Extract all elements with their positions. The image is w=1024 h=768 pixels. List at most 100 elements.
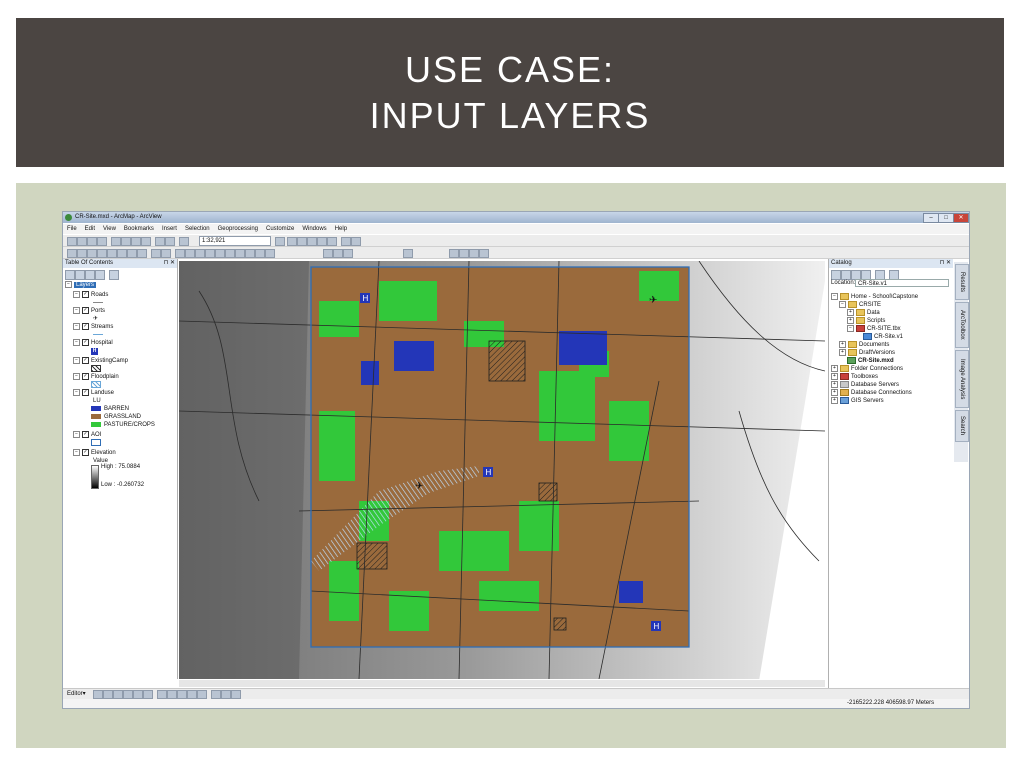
map-horizontal-scrollbar[interactable] bbox=[179, 680, 825, 687]
reshape-icon[interactable] bbox=[167, 690, 177, 699]
catalog-window-icon[interactable] bbox=[297, 237, 307, 246]
existingcamp-visibility-checkbox[interactable]: ✓ bbox=[82, 357, 89, 364]
select-elements-icon[interactable] bbox=[175, 249, 185, 258]
editor-toolbar-icon[interactable] bbox=[275, 237, 285, 246]
layers-root-label[interactable]: Layers bbox=[74, 282, 97, 289]
location-combobox[interactable]: CR-Site.v1 bbox=[855, 279, 949, 287]
catalog-crsite-folder[interactable]: − CRSITE bbox=[839, 301, 881, 309]
new-document-icon[interactable] bbox=[67, 237, 77, 246]
map-scale-input[interactable]: 1:32,921 bbox=[199, 236, 271, 246]
undo-icon[interactable] bbox=[155, 237, 165, 246]
list-by-source-icon[interactable] bbox=[75, 270, 85, 280]
save-icon[interactable] bbox=[87, 237, 97, 246]
catalog-documents-folder[interactable]: + Documents bbox=[839, 341, 889, 349]
toc-layer-landuse[interactable]: − ✓ Landuse bbox=[73, 389, 114, 397]
menu-edit[interactable]: Edit bbox=[85, 226, 95, 232]
measure-icon[interactable] bbox=[215, 249, 225, 258]
arctoolbox-tab[interactable]: ArcToolbox bbox=[955, 302, 969, 348]
edit-tool-icon[interactable] bbox=[93, 690, 103, 699]
sketch-properties-icon[interactable] bbox=[221, 690, 231, 699]
model-builder-icon[interactable] bbox=[341, 237, 351, 246]
toc-window-icon[interactable] bbox=[287, 237, 297, 246]
redo-icon[interactable] bbox=[165, 237, 175, 246]
elevation-visibility-checkbox[interactable]: ✓ bbox=[82, 449, 89, 456]
toc-root[interactable]: − Layers bbox=[65, 281, 97, 289]
toc-layer-floodplain[interactable]: − ✓ Floodplain bbox=[73, 373, 119, 381]
roads-visibility-checkbox[interactable]: ✓ bbox=[82, 291, 89, 298]
forward-extent-icon[interactable] bbox=[137, 249, 147, 258]
minimize-button[interactable]: – bbox=[923, 213, 939, 223]
list-by-drawing-order-icon[interactable] bbox=[65, 270, 75, 280]
layer-dropdown-icon[interactable] bbox=[403, 249, 413, 258]
floodplain-visibility-checkbox[interactable]: ✓ bbox=[82, 373, 89, 380]
cut-icon[interactable] bbox=[111, 237, 121, 246]
ports-visibility-checkbox[interactable]: ✓ bbox=[82, 307, 89, 314]
catalog-folder-connections[interactable]: + Folder Connections bbox=[831, 365, 903, 373]
paste-icon[interactable] bbox=[131, 237, 141, 246]
scale-icon[interactable] bbox=[469, 249, 479, 258]
edit-vertices-icon[interactable] bbox=[157, 690, 167, 699]
image-analysis-tab[interactable]: Image Analysis bbox=[955, 350, 969, 408]
go-to-xy-icon[interactable] bbox=[245, 249, 255, 258]
menu-selection[interactable]: Selection bbox=[185, 226, 210, 232]
toc-layer-existingcamp[interactable]: − ✓ ExistingCamp bbox=[73, 357, 128, 365]
toc-options-icon[interactable] bbox=[109, 270, 119, 280]
open-icon[interactable] bbox=[77, 237, 87, 246]
split-icon[interactable] bbox=[187, 690, 197, 699]
menu-bookmarks[interactable]: Bookmarks bbox=[124, 226, 154, 232]
identify-icon[interactable] bbox=[185, 249, 195, 258]
python-window-icon[interactable] bbox=[327, 237, 337, 246]
rotate-edit-icon[interactable] bbox=[197, 690, 207, 699]
map-drawing[interactable]: H H H ✈ ✈ bbox=[179, 261, 825, 679]
find-route-icon[interactable] bbox=[235, 249, 245, 258]
html-popup-icon[interactable] bbox=[205, 249, 215, 258]
clear-selection-icon[interactable] bbox=[161, 249, 171, 258]
find-icon[interactable] bbox=[225, 249, 235, 258]
catalog-scripts-folder[interactable]: + Scripts bbox=[847, 317, 885, 325]
print-icon[interactable] bbox=[97, 237, 107, 246]
straight-segment-icon[interactable] bbox=[113, 690, 123, 699]
cut-polygons-icon[interactable] bbox=[177, 690, 187, 699]
hyperlink-icon[interactable] bbox=[195, 249, 205, 258]
zoom-out-icon[interactable] bbox=[77, 249, 87, 258]
toc-close-icon[interactable]: ⊓ ✕ bbox=[164, 259, 175, 268]
list-by-selection-icon[interactable] bbox=[95, 270, 105, 280]
point-icon[interactable] bbox=[143, 690, 153, 699]
fixed-zoom-in-icon[interactable] bbox=[107, 249, 117, 258]
maximize-button[interactable]: □ bbox=[938, 213, 954, 223]
edit-annotation-icon[interactable] bbox=[103, 690, 113, 699]
select-features-icon[interactable] bbox=[151, 249, 161, 258]
hospital-visibility-checkbox[interactable]: ✓ bbox=[82, 339, 89, 346]
catalog-draftversions-folder[interactable]: + DraftVersions bbox=[839, 349, 895, 357]
whats-this-icon[interactable] bbox=[351, 237, 361, 246]
end-point-arc-icon[interactable] bbox=[123, 690, 133, 699]
catalog-close-icon[interactable]: ⊓ ✕ bbox=[940, 259, 951, 268]
time-slider-icon[interactable] bbox=[255, 249, 265, 258]
map-canvas[interactable]: H H H ✈ ✈ bbox=[179, 261, 825, 679]
trace-icon[interactable] bbox=[133, 690, 143, 699]
flicker-icon[interactable] bbox=[343, 249, 353, 258]
menu-view[interactable]: View bbox=[103, 226, 116, 232]
menu-help[interactable]: Help bbox=[335, 226, 347, 232]
catalog-database-servers[interactable]: + Database Servers bbox=[831, 381, 899, 389]
streams-visibility-checkbox[interactable]: ✓ bbox=[82, 323, 89, 330]
results-tab[interactable]: Results bbox=[955, 264, 969, 300]
toc-layer-roads[interactable]: − ✓ Roads bbox=[73, 291, 108, 299]
catalog-toolbox[interactable]: − CR-SITE.tbx bbox=[847, 325, 901, 333]
toc-layer-elevation[interactable]: − ✓ Elevation bbox=[73, 449, 116, 457]
create-viewer-icon[interactable] bbox=[265, 249, 275, 258]
catalog-home-folder[interactable]: − Home - School\Capstone bbox=[831, 293, 918, 301]
arctoolbox-icon[interactable] bbox=[317, 237, 327, 246]
rotate-icon[interactable] bbox=[459, 249, 469, 258]
copy-icon[interactable] bbox=[121, 237, 131, 246]
pan-icon[interactable] bbox=[87, 249, 97, 258]
georeferencing-icon[interactable] bbox=[449, 249, 459, 258]
search-tab[interactable]: Search bbox=[955, 410, 969, 442]
fixed-zoom-out-icon[interactable] bbox=[117, 249, 127, 258]
swipe-icon[interactable] bbox=[333, 249, 343, 258]
toc-layer-ports[interactable]: − ✓ Ports bbox=[73, 307, 105, 315]
zoom-in-icon[interactable] bbox=[67, 249, 77, 258]
toc-layer-streams[interactable]: − ✓ Streams bbox=[73, 323, 113, 331]
menu-windows[interactable]: Windows bbox=[302, 226, 326, 232]
catalog-model[interactable]: CR-Site.v1 bbox=[863, 333, 903, 341]
